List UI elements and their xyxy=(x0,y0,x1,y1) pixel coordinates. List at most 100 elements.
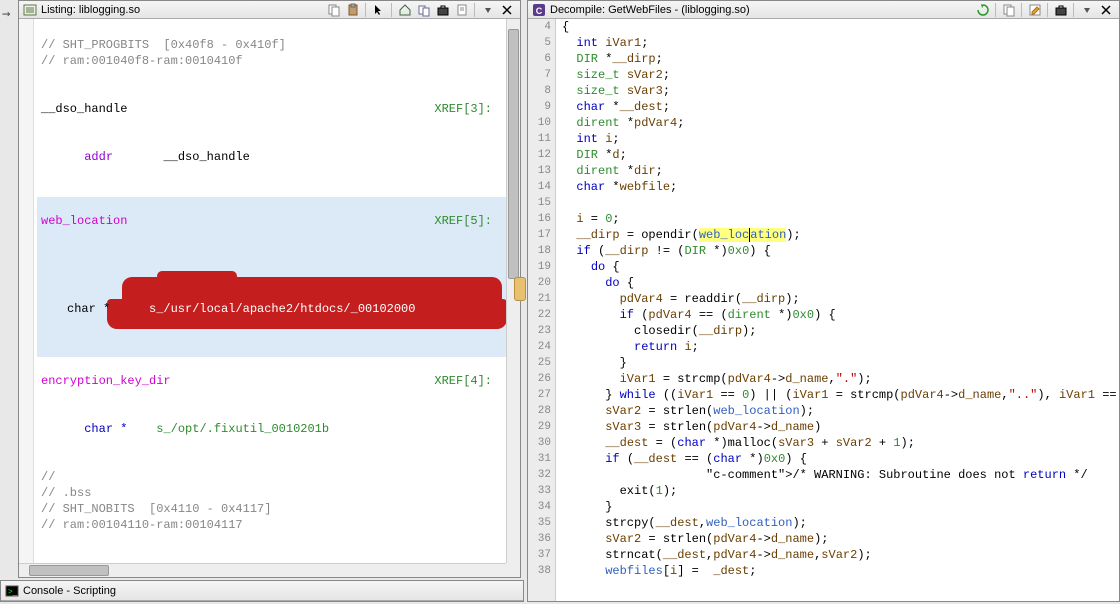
console-icon: >_ xyxy=(5,584,19,598)
line-number: 24 xyxy=(528,339,551,355)
copy-button[interactable] xyxy=(325,2,343,18)
code-line: } while ((iVar1 == 0) || (iVar1 = strcmp… xyxy=(556,387,1119,403)
decompile-code-area[interactable]: 4567891011121314151617181920212223242526… xyxy=(528,19,1119,601)
decompile-panel: C Decompile: GetWebFiles - (liblogging.s… xyxy=(527,0,1120,602)
code-line: } xyxy=(556,355,1119,371)
line-number: 21 xyxy=(528,291,551,307)
code-line: dirent *dir; xyxy=(556,163,1119,179)
menu-button[interactable] xyxy=(1078,2,1096,18)
listing-scrollbar-h[interactable] xyxy=(19,563,506,577)
code-line: strcpy(__dest,web_location); xyxy=(556,515,1119,531)
code-line: if (__dirp != (DIR *)0x0) { xyxy=(556,243,1119,259)
xref-link[interactable]: XREF[3]: xyxy=(434,101,492,117)
code-line: strncat(__dest,pdVar4->d_name,sVar2); xyxy=(556,547,1119,563)
listing-gutter xyxy=(19,19,34,563)
code-line: do { xyxy=(556,259,1119,275)
listing-line-redacted: char * s_/usr/local/apache2/htdocs/_0010… xyxy=(37,277,506,341)
code-line: return i; xyxy=(556,339,1119,355)
line-number: 30 xyxy=(528,435,551,451)
line-number: 12 xyxy=(528,147,551,163)
listing-code-area[interactable]: // SHT_PROGBITS [0x40f8 - 0x410f] // ram… xyxy=(19,19,506,563)
line-number: 33 xyxy=(528,483,551,499)
panel-collapse-arrow[interactable]: → xyxy=(2,6,10,22)
line-number: 4 xyxy=(528,19,551,35)
code-line: dirent *pdVar4; xyxy=(556,115,1119,131)
briefcase-button[interactable] xyxy=(1052,2,1070,18)
line-number: 26 xyxy=(528,371,551,387)
line-number: 9 xyxy=(528,99,551,115)
code-line: if (__dest == (char *)0x0) { xyxy=(556,451,1119,467)
code-line: } xyxy=(556,499,1119,515)
line-number: 38 xyxy=(528,563,551,579)
listing-line: web_locationXREF[5]: xyxy=(37,213,506,229)
listing-line: char * s_/opt/.fixutil_0010201b xyxy=(37,421,506,437)
listing-titlebar: Listing: liblogging.so xyxy=(19,1,520,19)
listing-line: __dso_handleXREF[3]: xyxy=(37,101,506,117)
menu-button[interactable] xyxy=(479,2,497,18)
line-number: 31 xyxy=(528,451,551,467)
cursor-toggle[interactable] xyxy=(370,2,388,18)
listing-line: // .bss xyxy=(37,485,506,501)
code-line: if (pdVar4 == (dirent *)0x0) { xyxy=(556,307,1119,323)
listing-line: // ram:00104110-ram:00104117 xyxy=(37,517,506,533)
close-button[interactable] xyxy=(498,2,516,18)
line-number: 17 xyxy=(528,227,551,243)
line-number: 19 xyxy=(528,259,551,275)
code-line: closedir(__dirp); xyxy=(556,323,1119,339)
edit-button[interactable] xyxy=(1026,2,1044,18)
line-number: 13 xyxy=(528,163,551,179)
code-line: exit(1); xyxy=(556,483,1119,499)
code-line: sVar3 = strlen(pdVar4->d_name) xyxy=(556,419,1119,435)
line-number: 34 xyxy=(528,499,551,515)
line-number: 28 xyxy=(528,403,551,419)
copy-button[interactable] xyxy=(1000,2,1018,18)
listing-icon xyxy=(23,3,37,17)
code-line: "c-comment">/* WARNING: Subroutine does … xyxy=(556,467,1119,483)
line-number: 35 xyxy=(528,515,551,531)
listing-line: // xyxy=(37,469,506,485)
code-line: i = 0; xyxy=(556,211,1119,227)
line-number: 14 xyxy=(528,179,551,195)
listing-title: Listing: liblogging.so xyxy=(41,4,140,16)
code-line: DIR *d; xyxy=(556,147,1119,163)
code-line: size_t sVar2; xyxy=(556,67,1119,83)
close-button[interactable] xyxy=(1097,2,1115,18)
line-number: 27 xyxy=(528,387,551,403)
code-line: do { xyxy=(556,275,1119,291)
refresh-button[interactable] xyxy=(974,2,992,18)
line-number: 16 xyxy=(528,211,551,227)
code-line: iVar1 = strcmp(pdVar4->d_name,"."); xyxy=(556,371,1119,387)
decompile-titlebar: C Decompile: GetWebFiles - (liblogging.s… xyxy=(528,1,1119,19)
listing-line: // SHT_PROGBITS [0x40f8 - 0x410f] xyxy=(37,37,506,53)
code-line: __dirp = opendir(web_location); xyxy=(556,227,1119,243)
line-number: 15 xyxy=(528,195,551,211)
xref-link[interactable]: XREF[5]: xyxy=(434,213,492,229)
svg-text:C: C xyxy=(536,6,543,16)
code-line xyxy=(556,195,1119,211)
code-line: char *__dest; xyxy=(556,99,1119,115)
console-title: Console - Scripting xyxy=(23,585,116,597)
console-titlebar: >_ Console - Scripting xyxy=(1,581,523,601)
paste-button[interactable] xyxy=(344,2,362,18)
scroll-corner xyxy=(506,563,520,577)
decompile-lines: { int iVar1; DIR *__dirp; size_t sVar2; … xyxy=(556,19,1119,601)
line-number: 20 xyxy=(528,275,551,291)
line-number: 6 xyxy=(528,51,551,67)
line-number: 23 xyxy=(528,323,551,339)
code-line: size_t sVar3; xyxy=(556,83,1119,99)
code-line: sVar2 = strlen(web_location); xyxy=(556,403,1119,419)
home-button[interactable] xyxy=(396,2,414,18)
svg-text:>_: >_ xyxy=(8,587,18,596)
line-number: 36 xyxy=(528,531,551,547)
listing-line: // ram:001040f8-ram:0010410f xyxy=(37,53,506,69)
line-number: 32 xyxy=(528,467,551,483)
clone-button[interactable] xyxy=(415,2,433,18)
line-number: 8 xyxy=(528,83,551,99)
briefcase-button[interactable] xyxy=(434,2,452,18)
notepad-button[interactable] xyxy=(453,2,471,18)
splitter-knob[interactable] xyxy=(514,277,526,301)
xref-link[interactable]: XREF[4]: xyxy=(434,373,492,389)
code-line: webfiles[i] = _dest; xyxy=(556,563,1119,579)
decompile-icon: C xyxy=(532,3,546,17)
console-panel: >_ Console - Scripting xyxy=(0,580,524,602)
